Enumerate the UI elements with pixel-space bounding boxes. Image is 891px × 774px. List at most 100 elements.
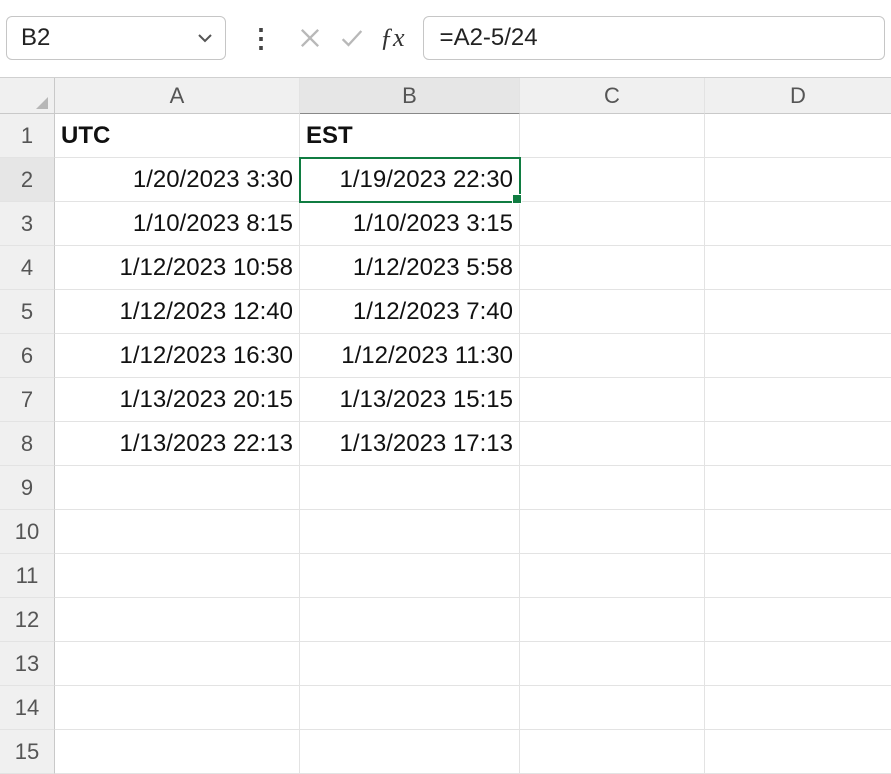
cell[interactable]: [55, 642, 300, 686]
table-row: 1/12/2023 12:40 1/12/2023 7:40: [55, 290, 891, 334]
table-row: 1/13/2023 22:13 1/13/2023 17:13: [55, 422, 891, 466]
row-header[interactable]: 11: [0, 554, 55, 598]
row-header[interactable]: 9: [0, 466, 55, 510]
row-header[interactable]: 1: [0, 114, 55, 158]
cell[interactable]: EST: [300, 114, 520, 158]
cell[interactable]: [55, 686, 300, 730]
table-row: [55, 686, 891, 730]
row-header[interactable]: 8: [0, 422, 55, 466]
row-header[interactable]: 4: [0, 246, 55, 290]
cell[interactable]: [705, 686, 891, 730]
cell[interactable]: 1/12/2023 11:30: [300, 334, 520, 378]
formula-input[interactable]: =A2-5/24: [423, 16, 885, 60]
fx-icon[interactable]: ƒx: [380, 23, 405, 53]
cell[interactable]: [520, 290, 705, 334]
cell[interactable]: 1/13/2023 15:15: [300, 378, 520, 422]
cell[interactable]: [705, 246, 891, 290]
row-header[interactable]: 2: [0, 158, 55, 202]
cell[interactable]: [520, 422, 705, 466]
spreadsheet-grid: 1 2 3 4 5 6 7 8 9 10 11 12 13 14 15 A B …: [0, 78, 891, 774]
cell-selected[interactable]: 1/19/2023 22:30: [300, 158, 520, 202]
row-header[interactable]: 12: [0, 598, 55, 642]
cell[interactable]: [520, 158, 705, 202]
table-row: [55, 466, 891, 510]
cell[interactable]: [520, 686, 705, 730]
cell[interactable]: [520, 202, 705, 246]
row-header[interactable]: 7: [0, 378, 55, 422]
row-header[interactable]: 5: [0, 290, 55, 334]
cell[interactable]: [300, 686, 520, 730]
cell[interactable]: [705, 114, 891, 158]
cell[interactable]: [705, 290, 891, 334]
cell[interactable]: [705, 466, 891, 510]
cell[interactable]: 1/10/2023 3:15: [300, 202, 520, 246]
column-header[interactable]: A: [55, 78, 300, 114]
name-box[interactable]: B2: [6, 16, 226, 60]
cell[interactable]: [55, 510, 300, 554]
cell[interactable]: 1/12/2023 5:58: [300, 246, 520, 290]
cell[interactable]: 1/12/2023 12:40: [55, 290, 300, 334]
table-row: [55, 642, 891, 686]
column-header[interactable]: C: [520, 78, 705, 114]
cell[interactable]: [300, 554, 520, 598]
cell[interactable]: 1/13/2023 22:13: [55, 422, 300, 466]
cell[interactable]: [55, 598, 300, 642]
cell[interactable]: [520, 554, 705, 598]
table-row: 1/10/2023 8:15 1/10/2023 3:15: [55, 202, 891, 246]
table-row: 1/13/2023 20:15 1/13/2023 15:15: [55, 378, 891, 422]
row-header[interactable]: 13: [0, 642, 55, 686]
cell[interactable]: [55, 466, 300, 510]
row-header[interactable]: 6: [0, 334, 55, 378]
confirm-icon[interactable]: [338, 24, 366, 52]
row-header[interactable]: 3: [0, 202, 55, 246]
cell[interactable]: [520, 510, 705, 554]
cell[interactable]: [705, 510, 891, 554]
row-header[interactable]: 15: [0, 730, 55, 774]
cell[interactable]: 1/10/2023 8:15: [55, 202, 300, 246]
cell[interactable]: [300, 510, 520, 554]
table-row: [55, 730, 891, 774]
cell[interactable]: [300, 730, 520, 774]
column-header[interactable]: D: [705, 78, 891, 114]
cell[interactable]: [705, 422, 891, 466]
cell[interactable]: [55, 730, 300, 774]
column-header[interactable]: B: [300, 78, 520, 114]
cell[interactable]: 1/13/2023 20:15: [55, 378, 300, 422]
cell[interactable]: [520, 598, 705, 642]
cell[interactable]: [520, 642, 705, 686]
cancel-icon[interactable]: [296, 24, 324, 52]
table-row: [55, 554, 891, 598]
cell[interactable]: [55, 554, 300, 598]
formula-bar: B2 ⋮ ƒx =A2-5/24: [0, 0, 891, 78]
cell[interactable]: [520, 334, 705, 378]
cell[interactable]: [520, 378, 705, 422]
cell[interactable]: [300, 598, 520, 642]
cell[interactable]: UTC: [55, 114, 300, 158]
formula-bar-buttons: ƒx: [296, 23, 405, 53]
cell[interactable]: 1/12/2023 16:30: [55, 334, 300, 378]
row-header[interactable]: 14: [0, 686, 55, 730]
row-header[interactable]: 10: [0, 510, 55, 554]
cell[interactable]: [705, 730, 891, 774]
cell[interactable]: [520, 466, 705, 510]
more-options-icon[interactable]: ⋮: [244, 25, 278, 51]
cell[interactable]: [705, 202, 891, 246]
select-all-corner[interactable]: [0, 78, 55, 114]
cell[interactable]: [705, 334, 891, 378]
table-row: 1/20/2023 3:30 1/19/2023 22:30: [55, 158, 891, 202]
cell[interactable]: [300, 466, 520, 510]
cell[interactable]: [705, 554, 891, 598]
cell[interactable]: [705, 598, 891, 642]
cell[interactable]: [520, 730, 705, 774]
cell[interactable]: [300, 642, 520, 686]
cell[interactable]: [520, 246, 705, 290]
cell[interactable]: 1/20/2023 3:30: [55, 158, 300, 202]
cell[interactable]: 1/12/2023 7:40: [300, 290, 520, 334]
cell[interactable]: [520, 114, 705, 158]
cell[interactable]: [705, 158, 891, 202]
cell[interactable]: 1/12/2023 10:58: [55, 246, 300, 290]
cell[interactable]: [705, 378, 891, 422]
cell[interactable]: 1/13/2023 17:13: [300, 422, 520, 466]
table-row: [55, 598, 891, 642]
cell[interactable]: [705, 642, 891, 686]
